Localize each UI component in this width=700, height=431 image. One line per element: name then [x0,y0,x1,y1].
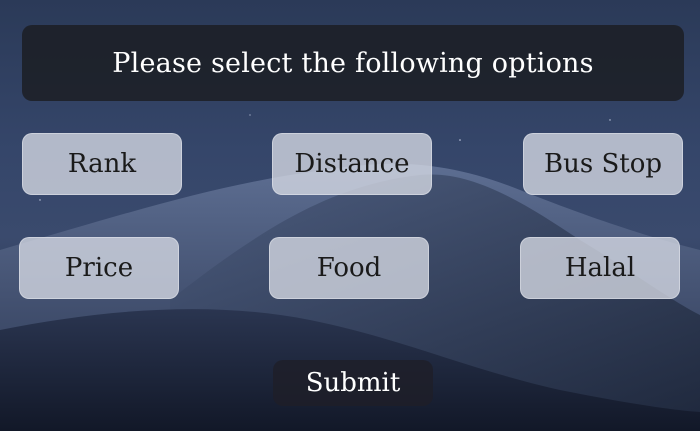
page-title: Please select the following options [22,25,684,101]
option-halal-button[interactable]: Halal [520,237,680,299]
submit-button[interactable]: Submit [273,360,433,406]
option-price-button[interactable]: Price [19,237,179,299]
option-bus-stop-button[interactable]: Bus Stop [523,133,683,195]
option-food-button[interactable]: Food [269,237,429,299]
option-rank-button[interactable]: Rank [22,133,182,195]
option-distance-button[interactable]: Distance [272,133,432,195]
